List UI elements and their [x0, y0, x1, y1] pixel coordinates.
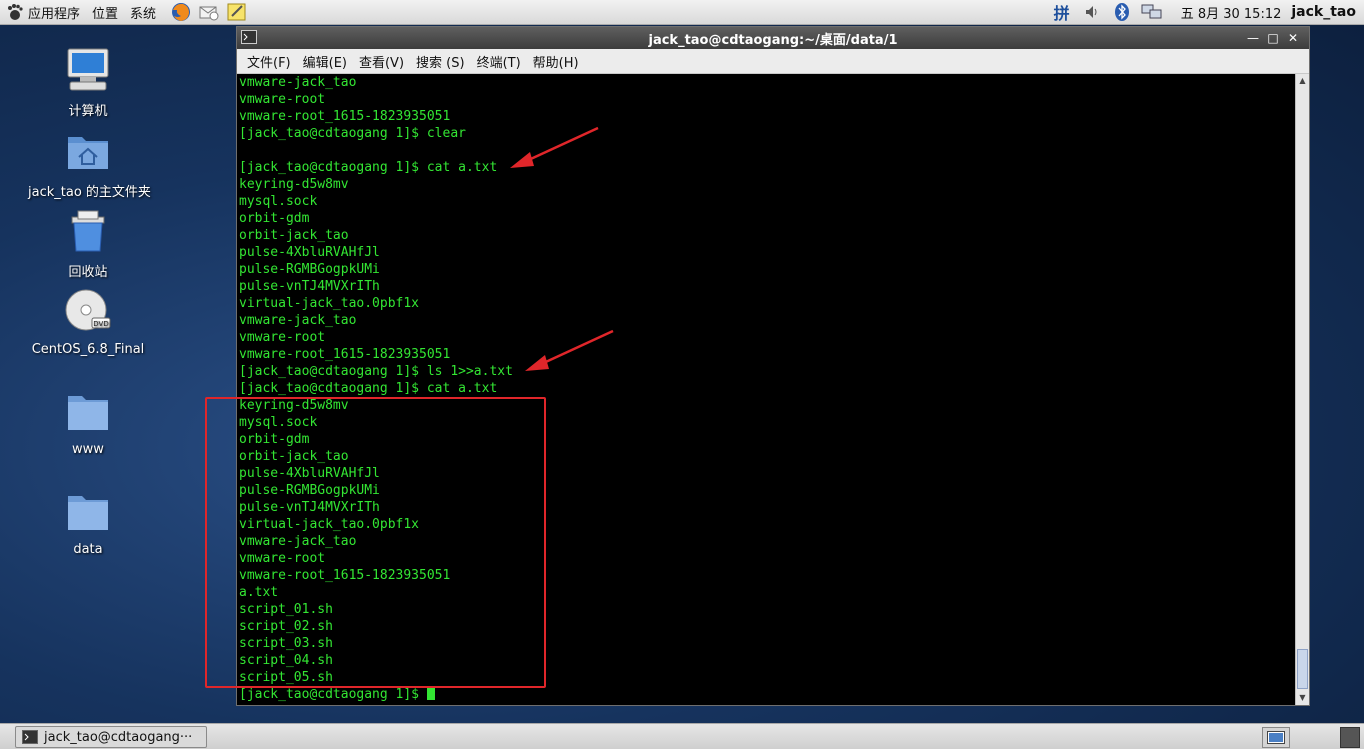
applications-menu-label: 应用程序: [28, 6, 81, 22]
show-desktop-button[interactable]: [1262, 727, 1290, 748]
desktop-icon-label: 回收站: [68, 265, 108, 280]
desktop-icon-label: jack_tao 的主文件夹: [28, 185, 151, 200]
volume-button[interactable]: [1081, 2, 1103, 22]
bluetooth-icon: [1114, 3, 1129, 21]
terminal-line: [jack_tao@cdtaogang 1]$ cat a.txt: [239, 381, 498, 396]
taskbar-terminal-label: jack_tao@cdtaogang···: [44, 729, 193, 745]
terminal-prompt-line: [jack_tao@cdtaogang 1]$: [239, 686, 513, 703]
system-menu[interactable]: 系统: [124, 0, 162, 24]
terminal-line: orbit-gdm: [239, 211, 310, 226]
clock[interactable]: 五 8月 30 15:12: [1181, 3, 1282, 22]
highlight-box: [205, 397, 546, 688]
terminal-line: keyring-d5w8mv: [239, 177, 349, 192]
desktop-icon-label: 计算机: [68, 104, 108, 119]
desktop-icon-trash[interactable]: 回收站: [28, 207, 148, 280]
pinyin-icon: 拼: [1053, 4, 1070, 23]
scroll-down-icon[interactable]: ▼: [1296, 691, 1309, 705]
menu-help[interactable]: 帮助(H): [527, 52, 585, 71]
scroll-up-icon[interactable]: ▲: [1296, 74, 1309, 88]
menu-file[interactable]: 文件(F): [241, 52, 297, 71]
desktop-icon-computer[interactable]: 计算机: [28, 46, 148, 119]
desktop-icon-label: CentOS_6.8_Final: [31, 342, 145, 357]
maximize-icon: □: [1267, 31, 1279, 45]
places-menu-label: 位置: [92, 6, 119, 22]
workspace-switcher[interactable]: [1340, 727, 1360, 748]
menu-terminal[interactable]: 终端(T): [471, 52, 527, 71]
top-panel-tray: 拼 五 8月 30 15:12 jack_tao: [1047, 0, 1364, 24]
terminal-line: pulse-4XbluRVAHfJl: [239, 245, 380, 260]
window-titlebar[interactable]: jack_tao@cdtaogang:~/桌面/data/1 — □ ✕: [237, 27, 1309, 49]
desktop-icon-dvd[interactable]: DVD CentOS_6.8_Final: [28, 288, 148, 357]
terminal-line: vmware-root: [239, 92, 326, 107]
network-button[interactable]: [1141, 2, 1163, 22]
terminal-scrollbar[interactable]: ▲ ▼: [1295, 74, 1309, 705]
input-method-button[interactable]: 拼: [1051, 2, 1073, 23]
terminal-line: [jack_tao@cdtaogang 1]$ cat a.txt: [239, 160, 498, 175]
network-icon: [1141, 4, 1162, 19]
taskbar-terminal-button[interactable]: jack_tao@cdtaogang···: [15, 726, 207, 748]
folder-icon: [68, 396, 108, 430]
top-panel: 应用程序 位置 系统 拼 五 8月 30 15:12 jack_tao: [0, 0, 1364, 25]
terminal-line: mysql.sock: [239, 194, 318, 209]
terminal-line: vmware-root: [239, 330, 326, 345]
places-menu[interactable]: 位置: [86, 0, 124, 24]
minimize-icon: —: [1247, 31, 1259, 45]
terminal-line: pulse-vnTJ4MVXrITh: [239, 279, 380, 294]
gnome-foot-icon: [8, 4, 23, 20]
terminal-line: orbit-jack_tao: [239, 228, 349, 243]
folder-icon: [68, 496, 108, 530]
user-menu[interactable]: jack_tao: [1291, 4, 1356, 20]
desktop-icon-home[interactable]: jack_tao 的主文件夹: [28, 127, 151, 200]
notes-icon: [227, 3, 246, 21]
terminal-line: vmware-jack_tao: [239, 75, 357, 90]
desktop-icon-label: www: [72, 442, 104, 457]
desktop-icon-www[interactable]: www: [28, 388, 148, 457]
close-icon: ✕: [1287, 31, 1299, 45]
show-desktop-icon: [1267, 731, 1285, 744]
terminal-line: virtual-jack_tao.0pbf1x: [239, 296, 420, 311]
terminal-line: vmware-jack_tao: [239, 313, 357, 328]
menu-view[interactable]: 查看(V): [353, 52, 410, 71]
mail-icon: [199, 6, 219, 21]
notes-launcher[interactable]: [226, 1, 248, 23]
terminal-line: [jack_tao@cdtaogang 1]$ ls 1>>a.txt: [239, 364, 513, 379]
terminal-prompt: [jack_tao@cdtaogang 1]$: [239, 687, 427, 702]
terminal-line: [jack_tao@cdtaogang 1]$ clear: [239, 126, 466, 141]
terminal-app-icon: [22, 730, 38, 744]
bluetooth-button[interactable]: [1111, 2, 1133, 22]
svg-text:DVD: DVD: [93, 320, 108, 328]
firefox-icon: [172, 3, 191, 21]
minimize-button[interactable]: —: [1243, 29, 1263, 47]
terminal-app-icon: [241, 30, 257, 44]
desktop-icon-data[interactable]: data: [28, 488, 148, 557]
terminal-line: pulse-RGMBGogpkUMi: [239, 262, 380, 277]
computer-icon: [67, 48, 109, 91]
firefox-launcher[interactable]: [170, 1, 192, 23]
terminal-cursor: [426, 686, 435, 700]
maximize-button[interactable]: □: [1263, 29, 1283, 47]
mail-launcher[interactable]: [198, 1, 220, 23]
volume-icon: [1085, 6, 1097, 18]
window-title: jack_tao@cdtaogang:~/桌面/data/1: [648, 32, 898, 48]
menubar: 文件(F) 编辑(E) 查看(V) 搜索 (S) 终端(T) 帮助(H): [237, 49, 1309, 74]
scrollbar-thumb[interactable]: [1297, 649, 1308, 689]
trash-icon: [71, 210, 105, 252]
applications-menu[interactable]: 应用程序: [0, 0, 86, 24]
home-folder-icon: [68, 137, 108, 169]
terminal-line: vmware-root_1615-1823935051: [239, 109, 451, 124]
desktop-icon-label: data: [73, 542, 103, 557]
menu-edit[interactable]: 编辑(E): [297, 52, 353, 71]
system-menu-label: 系统: [130, 6, 157, 22]
bottom-panel: jack_tao@cdtaogang···: [0, 723, 1364, 749]
dvd-icon: DVD: [65, 289, 111, 331]
menu-search[interactable]: 搜索 (S): [410, 52, 471, 71]
close-button[interactable]: ✕: [1283, 29, 1303, 47]
terminal-line: vmware-root_1615-1823935051: [239, 347, 451, 362]
